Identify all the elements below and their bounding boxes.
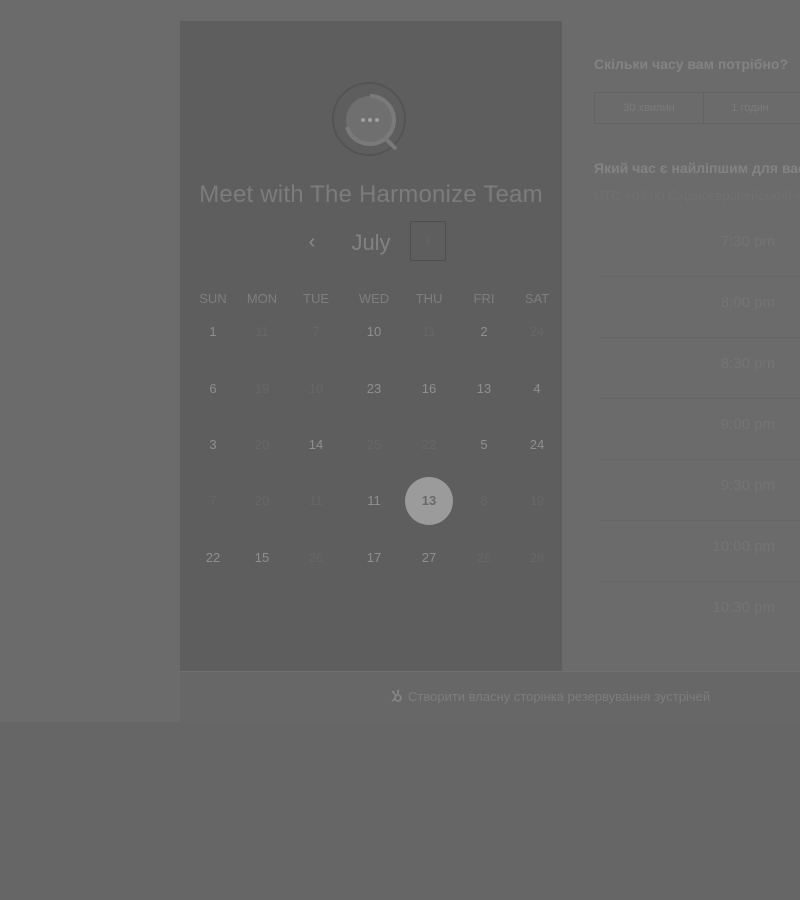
calendar-day: 25 xyxy=(366,437,382,452)
timeslot-label: 10:30 pm xyxy=(712,599,775,616)
calendar-day[interactable]: 1 xyxy=(191,310,235,354)
calendar-day[interactable]: 11 xyxy=(352,479,396,523)
weekday-sat: SAT xyxy=(524,291,550,306)
calendar-day: 26 xyxy=(308,550,324,565)
calendar-day[interactable]: 22 xyxy=(191,536,235,580)
calendar-day-selected[interactable]: 13 xyxy=(405,477,453,525)
weekday-fri: FRI xyxy=(473,291,495,306)
duration-selector: 30 хвилин 1 годин xyxy=(594,92,800,124)
calendar-day[interactable]: 24 xyxy=(515,423,559,467)
duration-question: Скільки часу вам потрібно? xyxy=(594,56,789,72)
calendar-day: 22 xyxy=(421,437,437,452)
timeslot-label: 8:30 pm xyxy=(720,355,775,372)
calendar-day[interactable]: 4 xyxy=(515,367,559,411)
timeslot-label: 8:00 pm xyxy=(720,294,775,311)
calendar-title: Meet with The Harmonize Team xyxy=(199,181,543,208)
calendar-day[interactable]: 5 xyxy=(462,423,506,467)
calendar-day[interactable]: 16 xyxy=(407,367,451,411)
booking-page: Meet with The Harmonize Team ‹ July › SU… xyxy=(0,0,800,722)
timeslot-question: Який час є найліпшим для вас? xyxy=(594,160,800,176)
timeslot-button[interactable]: 10:30 pm xyxy=(600,582,800,642)
calendar-day[interactable]: 2 xyxy=(462,310,506,354)
calendar-day: 20 xyxy=(254,437,270,452)
timeslot-button[interactable]: 8:30 pm xyxy=(600,338,800,399)
calendar-day: 8 xyxy=(480,493,488,508)
weekday-mon: MON xyxy=(246,291,278,306)
chat-bubble-icon xyxy=(332,82,406,156)
calendar-day: 19 xyxy=(254,381,270,396)
calendar-day: 7 xyxy=(312,324,320,339)
timeslot-label: 10:00 pm xyxy=(712,538,775,555)
timeslot-label: 9:30 pm xyxy=(720,477,775,494)
calendar-day: 7 xyxy=(209,493,217,508)
calendar-day: 20 xyxy=(254,493,270,508)
timeslot-button[interactable]: 10:00 pm xyxy=(600,521,800,582)
calendar-day[interactable]: 23 xyxy=(352,367,396,411)
weekday-wed: WED xyxy=(358,291,390,306)
weekday-header: SUN MON TUE WED THU FRI SAT xyxy=(180,291,562,309)
calendar-day: 28 xyxy=(476,550,492,565)
calendar-day: 10 xyxy=(308,381,324,396)
timeslot-label: 7:30 pm xyxy=(720,233,775,250)
calendar-day: 11 xyxy=(255,324,269,339)
calendar-panel: Meet with The Harmonize Team ‹ July › SU… xyxy=(180,21,562,671)
next-month-button[interactable]: › xyxy=(410,221,446,261)
weekday-thu: THU xyxy=(415,291,443,306)
calendar-day: 24 xyxy=(529,324,545,339)
timeslot-button[interactable]: 7:30 pm xyxy=(600,216,800,277)
create-booking-page-link[interactable]: Створити власну сторінка резервування зу… xyxy=(390,689,710,704)
timeslot-button[interactable]: 9:30 pm xyxy=(600,460,800,521)
calendar-day[interactable]: 13 xyxy=(462,367,506,411)
month-navigation: ‹ July › xyxy=(180,221,562,267)
weekday-sun: SUN xyxy=(199,291,227,306)
calendar-day[interactable]: 27 xyxy=(407,536,451,580)
calendar-day: 28 xyxy=(529,550,545,565)
duration-option-30min[interactable]: 30 хвилин xyxy=(595,93,704,123)
timeslot-button[interactable]: 9:00 pm xyxy=(600,399,800,460)
calendar-day[interactable]: 14 xyxy=(294,423,338,467)
footer-bar: Створити власну сторінка резервування зу… xyxy=(180,671,800,722)
calendar-day[interactable]: 6 xyxy=(191,367,235,411)
previous-month-button[interactable]: ‹ xyxy=(300,227,324,257)
calendar-day[interactable]: 3 xyxy=(191,423,235,467)
duration-option-1h[interactable]: 1 годин xyxy=(704,93,796,123)
create-booking-page-label: Створити власну сторінка резервування зу… xyxy=(408,689,711,704)
timeslot-button[interactable]: 8:00 pm xyxy=(600,277,800,338)
hubspot-sprocket-icon xyxy=(391,689,402,702)
calendar-day[interactable]: 15 xyxy=(240,536,284,580)
timeslot-label: 9:00 pm xyxy=(720,416,775,433)
calendar-day: 11 xyxy=(309,493,323,508)
calendar-day[interactable]: 10 xyxy=(352,310,396,354)
weekday-tue: TUE xyxy=(303,291,329,306)
calendar-day: 11 xyxy=(422,324,436,339)
month-label: July xyxy=(351,230,391,255)
calendar-day: 19 xyxy=(529,493,545,508)
timezone-label[interactable]: UTC +03:00 Східноєвропейський час xyxy=(594,188,800,203)
calendar-day[interactable]: 17 xyxy=(352,536,396,580)
